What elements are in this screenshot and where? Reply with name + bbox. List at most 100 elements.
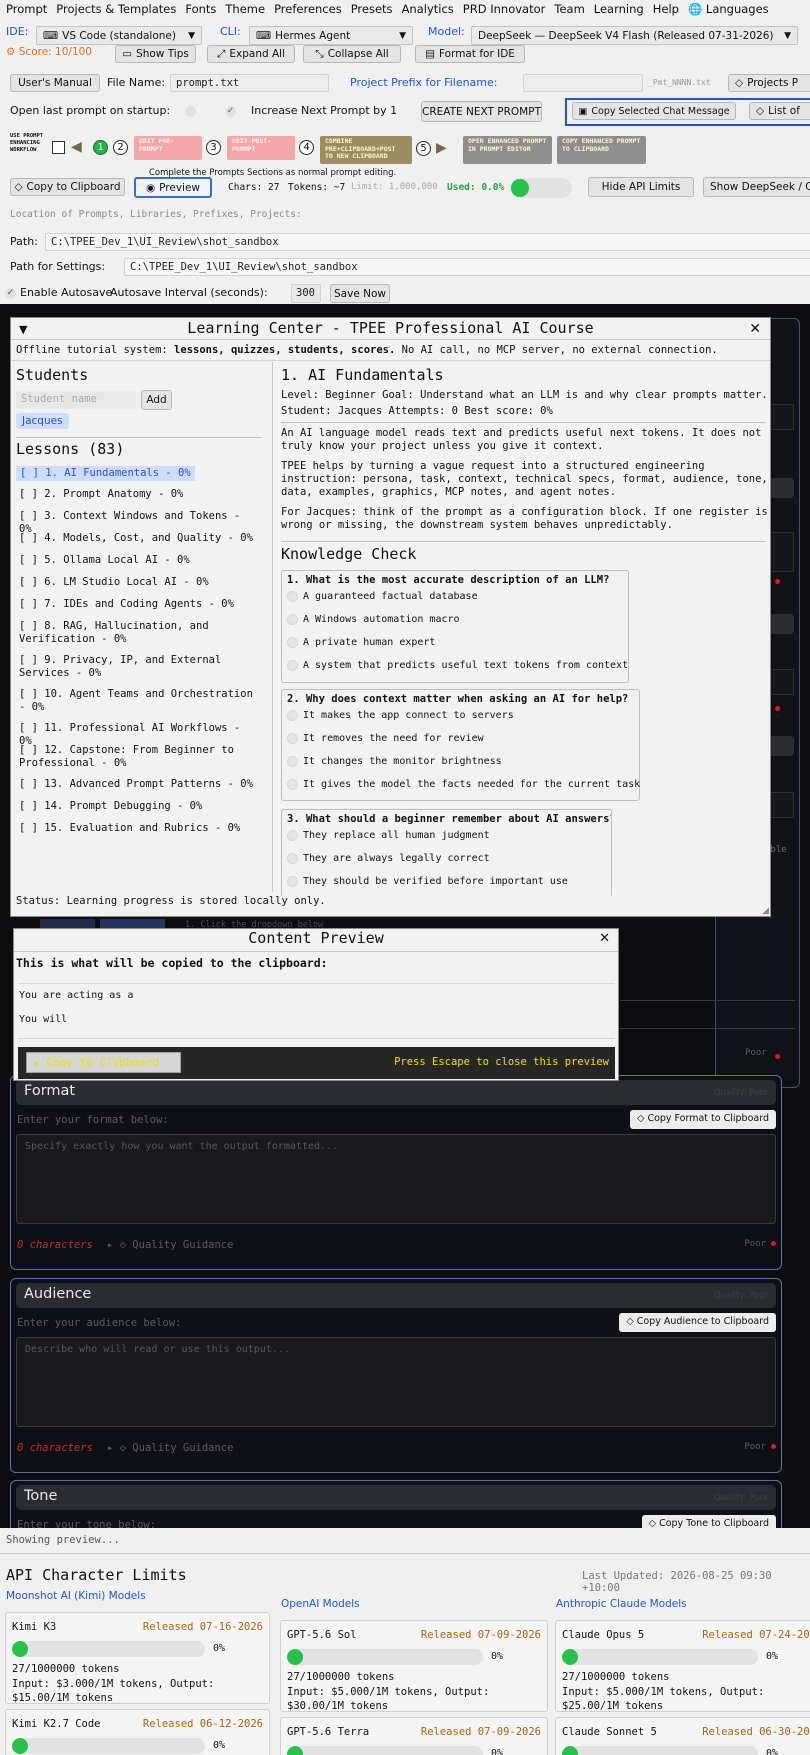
- create-next-prompt-button[interactable]: CREATE NEXT PROMPT: [421, 101, 542, 122]
- edit-post-prompt-button[interactable]: EDIT POST-PROMPT: [227, 136, 295, 160]
- lesson-item[interactable]: [ ] 13. Advanced Prompt Patterns - 0%: [19, 778, 259, 791]
- workflow-step-3[interactable]: 3: [206, 140, 221, 155]
- lesson-item[interactable]: [ ] 8. RAG, Hallucination, and Verificat…: [19, 620, 259, 646]
- list-of-button[interactable]: ◇ List of: [749, 102, 810, 120]
- answer-option[interactable]: They are always legally correct: [287, 853, 490, 864]
- usage-toggle[interactable]: [510, 178, 572, 198]
- copy-audience-button[interactable]: ◇ Copy Audience to Clipboard: [619, 1313, 776, 1332]
- users-manual-button[interactable]: User's Manual: [10, 74, 100, 92]
- format-textarea[interactable]: Specify exactly how you want the output …: [16, 1134, 776, 1224]
- answer-option[interactable]: A system that predicts useful text token…: [287, 660, 628, 671]
- lesson-item[interactable]: [ ] 15. Evaluation and Rubrics - 0%: [19, 822, 259, 835]
- autosave-checkbox[interactable]: ✓: [5, 288, 16, 299]
- close-icon[interactable]: ✕: [749, 321, 761, 337]
- api-model-card: Kimi K2.7 Code Released 06-12-2026 0%: [5, 1709, 270, 1755]
- ide-select[interactable]: ⌨ VS Code (standalone) ▼: [36, 26, 202, 45]
- menu-languages[interactable]: 🌐 Languages: [688, 2, 769, 16]
- audience-textarea[interactable]: Describe who will read or use this outpu…: [16, 1337, 776, 1427]
- path-input[interactable]: C:\TPEE_Dev_1\UI_Review\shot_sandbox: [45, 233, 810, 251]
- api-release-date: Released 07-24-202: [702, 1629, 810, 1641]
- lesson-item[interactable]: [ ] 12. Capstone: From Beginner to Profe…: [19, 744, 259, 770]
- resize-grip-icon[interactable]: ◢: [762, 906, 769, 916]
- workflow-step-1[interactable]: 1: [93, 140, 108, 155]
- format-section: Format Quality: Poor Enter your format be…: [10, 1075, 782, 1270]
- menu-presets[interactable]: Presets: [351, 2, 393, 16]
- copy-to-clipboard-button[interactable]: ◇ Copy to Clipboard: [10, 178, 125, 196]
- background-input-3: [770, 669, 794, 695]
- audience-enter-label: Enter your audience below:: [17, 1317, 182, 1329]
- save-now-button[interactable]: Save Now: [330, 284, 390, 303]
- open-last-checkbox[interactable]: [185, 106, 196, 117]
- model-select[interactable]: DeepSeek — DeepSeek V4 Flash (Released 0…: [471, 26, 798, 45]
- cli-select[interactable]: ⌨ Hermes Agent ▼: [249, 26, 413, 45]
- project-prefix-input[interactable]: [523, 74, 643, 92]
- format-poor-indicator: Poor: [744, 1239, 776, 1249]
- menu-prompt[interactable]: Prompt: [6, 2, 47, 16]
- workflow-checkbox[interactable]: [52, 141, 65, 154]
- answer-option[interactable]: A private human expert: [287, 637, 435, 648]
- workflow-step-5[interactable]: 5: [416, 141, 431, 156]
- menu-team[interactable]: Team: [554, 2, 584, 16]
- format-quality-guidance[interactable]: ▸ ◇ Quality Guidance: [107, 1239, 233, 1251]
- answer-option[interactable]: It gives the model the facts needed for …: [287, 779, 640, 790]
- lesson-item[interactable]: [ ] 1. AI Fundamentals - 0%: [16, 466, 195, 481]
- lesson-item[interactable]: [ ] 9. Privacy, IP, and External Service…: [19, 654, 259, 680]
- menu-learning[interactable]: Learning: [594, 2, 644, 16]
- show-deepseek-button[interactable]: Show DeepSeek / C: [703, 177, 810, 197]
- menu-prd-innovator[interactable]: PRD Innovator: [463, 2, 546, 16]
- menu-analytics[interactable]: Analytics: [402, 2, 454, 16]
- audience-quality-guidance[interactable]: ▸ ◇ Quality Guidance: [107, 1442, 233, 1454]
- autosave-interval-input[interactable]: 300: [291, 284, 321, 303]
- file-name-input[interactable]: prompt.txt: [170, 74, 329, 92]
- copy-format-button[interactable]: ◇ Copy Format to Clipboard: [630, 1110, 776, 1129]
- lesson-item[interactable]: [ ] 7. IDEs and Coding Agents - 0%: [19, 598, 259, 611]
- answer-option[interactable]: A Windows automation macro: [287, 614, 460, 625]
- workflow-step-4[interactable]: 4: [299, 140, 314, 155]
- close-icon[interactable]: ✕: [599, 931, 610, 946]
- preview-button[interactable]: ◉ Preview: [134, 177, 212, 198]
- answer-option[interactable]: They should be verified before important…: [287, 876, 568, 887]
- student-name-input[interactable]: Student name: [16, 391, 136, 409]
- format-header[interactable]: Format Quality: Poor: [16, 1080, 776, 1105]
- collapse-all-button[interactable]: ⤡ Collapse All: [303, 45, 401, 63]
- open-enhanced-button[interactable]: OPEN ENHANCED PROMPT IN PROMPT EDITOR: [463, 136, 552, 164]
- add-student-button[interactable]: Add: [141, 390, 172, 410]
- show-tips-button[interactable]: ▭ Show Tips: [115, 45, 196, 63]
- lesson-item[interactable]: [ ] 14. Prompt Debugging - 0%: [19, 800, 259, 813]
- preview-copy-button[interactable]: ★ Copy to Clipboard: [26, 1052, 181, 1073]
- menu-preferences[interactable]: Preferences: [274, 2, 342, 16]
- lesson-item[interactable]: [ ] 5. Ollama Local AI - 0%: [19, 554, 259, 567]
- menu-fonts[interactable]: Fonts: [185, 2, 216, 16]
- expand-all-button[interactable]: ⤢ Expand All: [207, 45, 295, 63]
- answer-option[interactable]: They replace all human judgment: [287, 830, 490, 841]
- copy-tone-button[interactable]: ◇ Copy Tone to Clipboard: [641, 1515, 776, 1528]
- answer-option[interactable]: It changes the monitor brightness: [287, 756, 502, 767]
- student-chip[interactable]: Jacques: [16, 413, 69, 429]
- settings-path-input[interactable]: C:\TPEE_Dev_1\UI_Review\shot_sandbox: [124, 258, 810, 276]
- edit-pre-prompt-button[interactable]: EDIT PRE-PROMPT: [134, 136, 202, 160]
- copy-selected-button[interactable]: ▣ Copy Selected Chat Message: [572, 102, 736, 120]
- lessons-title: Lessons (83): [16, 440, 125, 458]
- lesson-item[interactable]: [ ] 6. LM Studio Local AI - 0%: [19, 576, 259, 589]
- combine-button[interactable]: COMBINE PRE+CLIPBOARD+POST TO NEW CLIPBO…: [320, 136, 412, 164]
- preview-content-box[interactable]: You are acting as a You will: [18, 983, 615, 1039]
- menu-help[interactable]: Help: [653, 2, 679, 16]
- format-ide-button[interactable]: ▤ Format for IDE: [415, 45, 525, 63]
- answer-option[interactable]: It removes the need for review: [287, 733, 484, 744]
- audience-chars: 0 characters: [17, 1442, 93, 1454]
- copy-enhanced-button[interactable]: COPY ENHANCED PROMPT TO CLIPBOARD: [557, 136, 646, 164]
- menu-projects-templates[interactable]: Projects & Templates: [56, 2, 176, 16]
- workflow-step-2[interactable]: 2: [113, 140, 128, 155]
- audience-header[interactable]: Audience Quality: Poor: [16, 1283, 776, 1308]
- tone-header[interactable]: Tone Quality: Poor: [16, 1485, 776, 1510]
- menu-bar: Prompt Projects & Templates Fonts Theme Pref…: [6, 2, 778, 16]
- answer-option[interactable]: A guaranteed factual database: [287, 591, 478, 602]
- hide-api-limits-button[interactable]: Hide API Limits: [588, 177, 694, 197]
- lesson-item[interactable]: [ ] 4. Models, Cost, and Quality - 0%: [19, 532, 259, 545]
- menu-theme[interactable]: Theme: [225, 2, 265, 16]
- lesson-item[interactable]: [ ] 2. Prompt Anatomy - 0%: [19, 488, 259, 501]
- lesson-item[interactable]: [ ] 10. Agent Teams and Orchestration - …: [19, 688, 259, 714]
- increase-next-checkbox[interactable]: ✓: [225, 106, 236, 117]
- answer-option[interactable]: It makes the app connect to servers: [287, 710, 514, 721]
- projects-button[interactable]: ◇ Projects P: [728, 74, 810, 92]
